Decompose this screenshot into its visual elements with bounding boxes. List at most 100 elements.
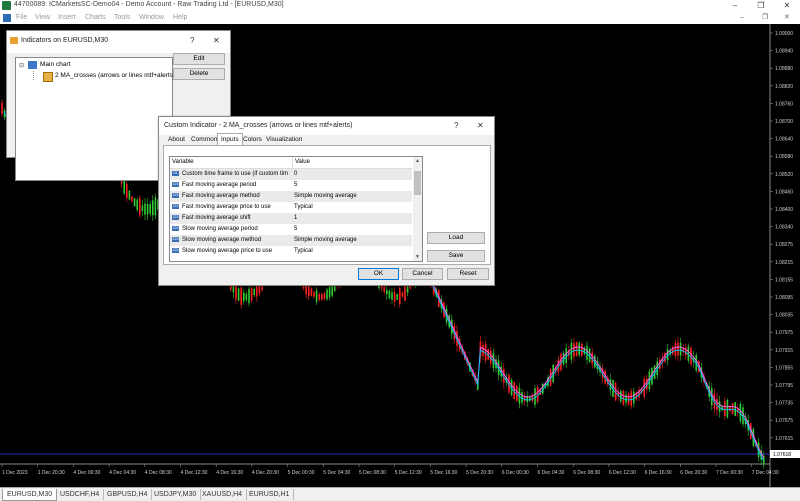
candle-body: [149, 203, 151, 214]
inputs-grid[interactable]: Variable Value 01 Custom time frame to us…: [169, 156, 423, 262]
variable-name: Fast moving average method: [182, 193, 260, 199]
candle-body: [310, 288, 313, 296]
mdi-minimize-button[interactable]: –: [740, 12, 744, 24]
close-button[interactable]: ✕: [213, 36, 220, 45]
tab-usdchf-h4[interactable]: USDCHF,H4: [56, 489, 105, 500]
variable-name: Slow moving average price to use: [182, 248, 273, 254]
ok-button[interactable]: OK: [358, 268, 399, 280]
help-button[interactable]: ?: [454, 121, 458, 130]
mdi-restore-button[interactable]: ❐: [762, 12, 768, 24]
restore-button[interactable]: ❐: [748, 0, 774, 12]
delete-button[interactable]: Delete: [173, 68, 225, 80]
candle-body: [570, 342, 573, 360]
tab-eurusd-m30[interactable]: EURUSD,M30: [2, 489, 58, 501]
close-button[interactable]: ✕: [774, 0, 800, 12]
dialog-title: Custom Indicator - 2 MA_crosses (arrows …: [164, 122, 353, 129]
candle-body: [323, 293, 326, 299]
input-row[interactable]: 123 Fast moving average shift 1: [170, 213, 412, 224]
menu-insert[interactable]: Insert: [58, 14, 76, 21]
price-tick-label: 1.08275: [775, 242, 793, 248]
help-button[interactable]: ?: [190, 36, 194, 45]
candle-body: [581, 343, 583, 356]
menu-tools[interactable]: Tools: [114, 14, 130, 21]
input-variable: 123 Slow moving average period: [172, 224, 288, 235]
scroll-down-icon[interactable]: ▼: [415, 254, 420, 260]
input-row[interactable]: 123 Fast moving average price to use Typic…: [170, 202, 412, 213]
column-variable[interactable]: Variable: [172, 157, 288, 168]
tab-colors[interactable]: Colors: [240, 134, 265, 145]
menu-window[interactable]: Window: [139, 14, 164, 21]
vertical-scrollbar[interactable]: ▲ ▼: [413, 157, 422, 261]
tab-xauusd-h4[interactable]: XAUUSD,H4: [198, 489, 248, 500]
cancel-button[interactable]: Cancel: [402, 268, 443, 280]
input-value[interactable]: 1: [292, 213, 412, 224]
time-tick-label: 6 Dec 12:30: [609, 470, 636, 476]
close-button[interactable]: ✕: [477, 121, 484, 130]
variable-name: Fast moving average shift: [182, 215, 251, 221]
time-tick-label: 4 Dec 00:30: [73, 470, 100, 476]
tab-eurusd-h1[interactable]: EURUSD,H1: [245, 489, 295, 500]
chart-window-icon[interactable]: [3, 14, 11, 22]
input-value[interactable]: 5: [292, 180, 412, 191]
indicators-tree[interactable]: ⊟ Main chart 2 MA_crosses (arrows or lin…: [15, 57, 175, 181]
menu-charts[interactable]: Charts: [85, 14, 106, 21]
input-row[interactable]: 01 Custom time frame to use (if custom ti…: [170, 169, 412, 180]
input-row[interactable]: 123 Slow moving average method Simple movi…: [170, 235, 412, 246]
input-value[interactable]: Simple moving average: [292, 235, 412, 246]
dialog-titlebar[interactable]: Custom Indicator - 2 MA_crosses (arrows …: [159, 117, 494, 135]
tree-indicator-label[interactable]: 2 MA_crosses (arrows or lines mtf+alerts…: [55, 72, 175, 79]
candle-body: [630, 391, 632, 406]
candle-body: [133, 197, 136, 207]
tree-root-label[interactable]: Main chart: [40, 61, 70, 68]
edit-button[interactable]: Edit: [173, 53, 225, 65]
candle-body: [235, 284, 237, 300]
time-tick-label: 5 Dec 04:30: [323, 470, 350, 476]
tree-collapse-icon[interactable]: ⊟: [19, 62, 24, 69]
price-tick-label: 1.07855: [775, 365, 793, 371]
menu-help[interactable]: Help: [173, 14, 187, 21]
input-value[interactable]: Simple moving average: [292, 191, 412, 202]
candle-body: [388, 290, 391, 299]
menu-file[interactable]: File: [16, 14, 27, 21]
variable-type-icon: 01: [172, 170, 179, 176]
price-tick-label: 1.08940: [775, 49, 793, 55]
mdi-close-button[interactable]: ✕: [784, 12, 790, 24]
price-tick-label: 1.08400: [775, 207, 793, 213]
input-variable: 123 Slow moving average method: [172, 235, 288, 246]
input-row[interactable]: 123 Slow moving average price to use Typic…: [170, 246, 412, 257]
tab-gbpusd-h4[interactable]: GBPUSD,H4: [103, 489, 153, 500]
tab-visualization[interactable]: Visualization: [263, 134, 305, 145]
variable-name: Slow moving average method: [182, 237, 262, 243]
time-tick-label: 6 Dec 00:30: [502, 470, 529, 476]
price-tick-label: 1.08035: [775, 313, 793, 319]
input-value[interactable]: 5: [292, 224, 412, 235]
menu-view[interactable]: View: [35, 14, 50, 21]
indicator-node-icon: [43, 72, 53, 82]
save-button[interactable]: Save: [427, 250, 485, 262]
candle-body: [243, 292, 245, 302]
tab-about[interactable]: About: [165, 134, 188, 145]
price-tick-label: 1.08580: [775, 154, 793, 160]
current-price-label: 1.07618: [773, 452, 791, 458]
load-button[interactable]: Load: [427, 232, 485, 244]
price-tick-label: 1.08460: [775, 189, 793, 195]
reset-button[interactable]: Reset: [447, 268, 489, 280]
candle-body: [575, 341, 578, 357]
input-value[interactable]: 0: [292, 169, 412, 180]
indicators-window-titlebar[interactable]: Indicators on EURUSD,M30 ? ✕: [7, 31, 230, 53]
input-value[interactable]: Typical: [292, 246, 412, 257]
input-row[interactable]: 123 Fast moving average method Simple movi…: [170, 191, 412, 202]
scrollbar-thumb[interactable]: [414, 171, 421, 195]
scroll-up-icon[interactable]: ▲: [415, 158, 420, 164]
minimize-button[interactable]: –: [722, 0, 748, 12]
input-row[interactable]: 123 Slow moving average period 5: [170, 224, 412, 235]
tab-usdjpy-m30[interactable]: USDJPY,M30: [150, 489, 202, 500]
variable-type-icon: 123: [172, 225, 179, 231]
input-row[interactable]: 123 Fast moving average period 5: [170, 180, 412, 191]
input-value[interactable]: Typical: [292, 202, 412, 213]
candle-body: [677, 342, 679, 356]
tab-common[interactable]: Common: [188, 134, 220, 145]
price-tick-label: 1.09000: [775, 31, 793, 37]
column-value[interactable]: Value: [292, 157, 413, 168]
candle-body: [383, 286, 385, 292]
